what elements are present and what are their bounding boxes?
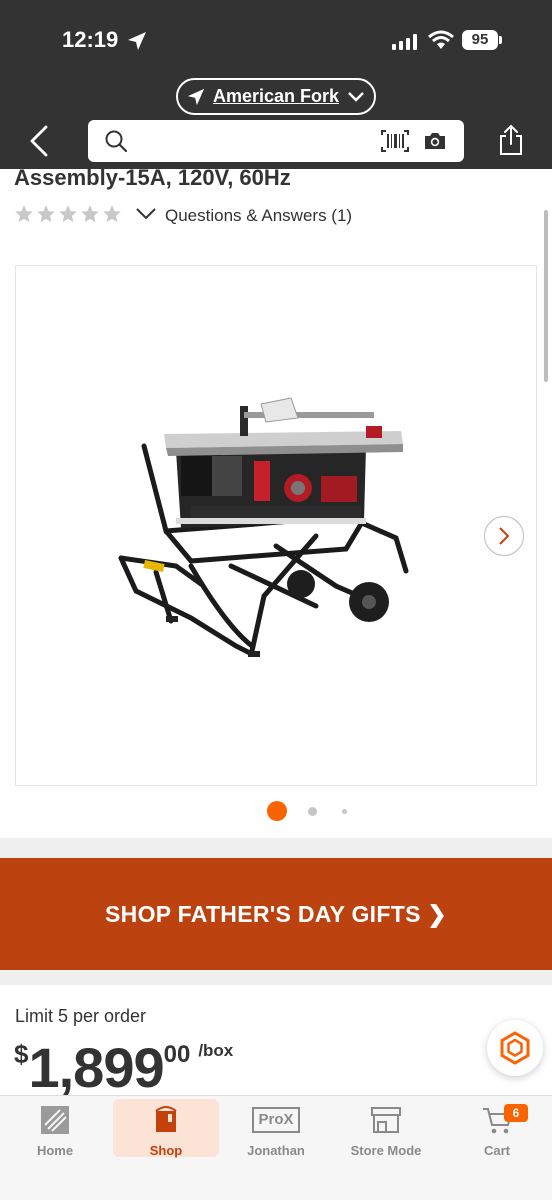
chevron-down-icon	[348, 91, 364, 102]
product-image-carousel[interactable]	[15, 265, 537, 786]
wifi-icon	[428, 30, 454, 49]
star-icon	[103, 205, 121, 223]
pagination-dot[interactable]	[308, 807, 317, 816]
star-icon	[59, 205, 77, 223]
top-header: 12:19 95 American Fork	[0, 0, 552, 169]
search-input[interactable]	[88, 120, 464, 162]
navigation-arrow-icon	[187, 88, 205, 105]
home-depot-logo-icon	[41, 1106, 69, 1134]
battery-indicator: 95	[462, 30, 498, 50]
prox-badge-icon: ProX	[252, 1107, 300, 1133]
chevron-down-icon[interactable]	[135, 206, 157, 222]
store-selector-button[interactable]: American Fork	[176, 78, 376, 115]
questions-answers-link[interactable]: Questions & Answers (1)	[165, 206, 352, 226]
nav-cart[interactable]: Cart	[444, 1099, 550, 1158]
section-divider	[0, 838, 552, 858]
nav-shop[interactable]: Shop	[113, 1099, 219, 1158]
price-cents: 00	[163, 1041, 191, 1068]
promo-text: SHOP FATHER'S DAY GIFTS ❯	[105, 900, 447, 927]
nav-store-mode[interactable]: Store Mode	[333, 1099, 439, 1158]
back-button[interactable]	[26, 124, 52, 158]
camera-icon[interactable]	[423, 131, 447, 151]
nav-account[interactable]: ProX Jonathan	[223, 1099, 329, 1158]
search-icon	[105, 130, 128, 153]
star-rating[interactable]	[14, 204, 122, 224]
battery-nub	[499, 36, 502, 44]
price-unit: /box	[198, 1041, 234, 1060]
star-icon	[37, 205, 55, 223]
nav-label: Jonathan	[247, 1143, 305, 1158]
pagination-dot[interactable]	[342, 809, 347, 814]
product-price: $1,89900/box	[14, 1035, 233, 1100]
cart-count-badge: 6	[504, 1104, 528, 1122]
next-image-button[interactable]	[484, 516, 524, 556]
barcode-scan-icon[interactable]	[381, 130, 409, 152]
product-title: Assembly-15A, 120V, 60Hz	[14, 165, 291, 190]
price-dollars: 1,899	[28, 1036, 164, 1099]
star-icon	[15, 205, 33, 223]
paint-bucket-icon	[155, 1106, 177, 1132]
star-icon	[81, 205, 99, 223]
location-arrow-icon	[128, 32, 146, 50]
cellular-signal-icon	[392, 34, 417, 50]
section-divider	[0, 970, 552, 985]
chevron-right-icon	[499, 527, 510, 545]
nav-home[interactable]: Home	[2, 1099, 108, 1158]
table-saw-image	[118, 397, 409, 657]
hexagon-logo-icon	[500, 1031, 530, 1065]
share-icon[interactable]	[498, 124, 524, 156]
order-limit-text: Limit 5 per order	[15, 1006, 147, 1026]
nav-label: Shop	[149, 1143, 183, 1158]
status-time: 12:19	[62, 27, 119, 52]
carousel-pagination[interactable]	[0, 800, 552, 822]
nav-label: Store Mode	[350, 1143, 422, 1158]
bottom-navigation: Home Shop ProX Jonathan Store Mode Cart	[0, 1095, 552, 1200]
assistant-button[interactable]	[487, 1020, 543, 1076]
fathers-day-promo-banner[interactable]: SHOP FATHER'S DAY GIFTS ❯	[0, 858, 552, 970]
store-name: American Fork	[212, 86, 340, 106]
nav-label: Cart	[483, 1143, 510, 1158]
store-icon	[371, 1107, 401, 1133]
pagination-dot-active[interactable]	[267, 801, 287, 821]
price-currency: $	[14, 1039, 29, 1069]
nav-label: Home	[36, 1143, 74, 1158]
scrollbar[interactable]	[544, 210, 548, 382]
